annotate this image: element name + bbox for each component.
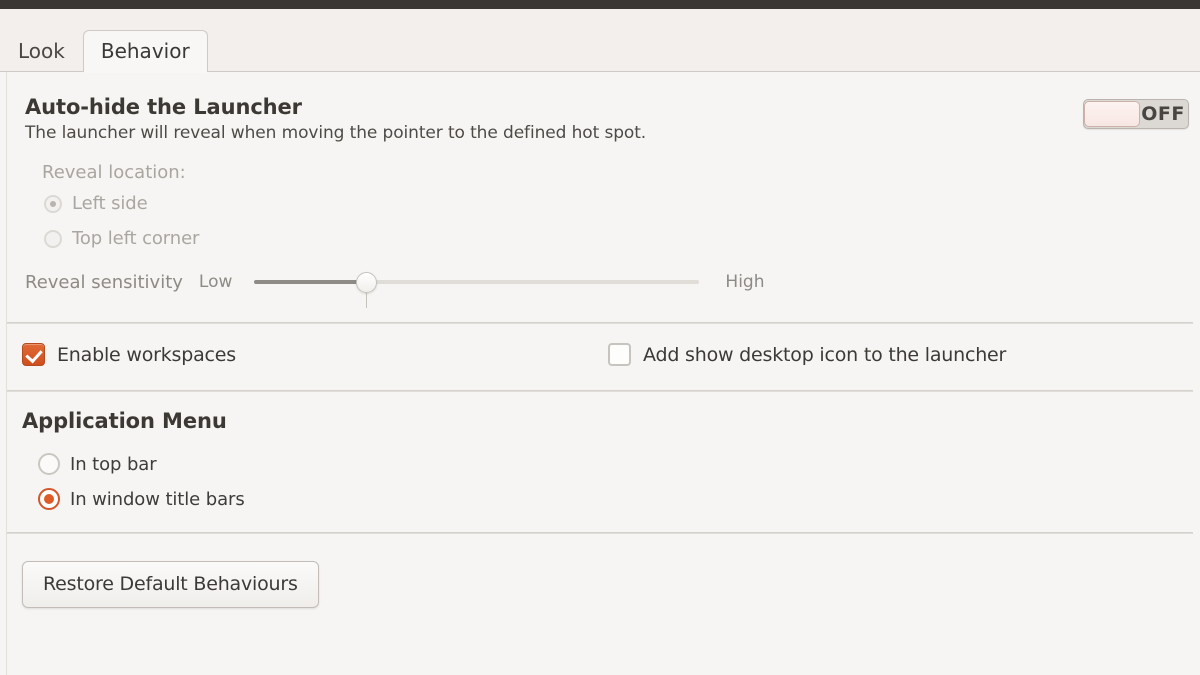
toggle-state-label: OFF: [1141, 103, 1185, 125]
checkbox-add-show-desktop-icon[interactable]: Add show desktop icon to the launcher: [608, 343, 1006, 366]
tab-strip: Look Behavior: [0, 9, 1200, 73]
slider-fill: [254, 280, 367, 284]
sensitivity-high-label: High: [725, 272, 765, 292]
window-titlebar: [0, 0, 1200, 9]
radio-reveal-left-side-label: Left side: [72, 193, 148, 214]
toggle-knob: [1084, 101, 1140, 127]
section-divider: [7, 532, 1193, 534]
reveal-location-label: Reveal location:: [42, 162, 186, 183]
checkbox-enable-workspaces[interactable]: Enable workspaces: [22, 343, 236, 366]
application-menu-title: Application Menu: [22, 409, 227, 433]
checkbox-section: Enable workspaces Add show desktop icon …: [0, 323, 1200, 390]
radio-button-icon: [38, 453, 60, 475]
tab-behavior[interactable]: Behavior: [82, 30, 208, 73]
radio-in-top-bar-label: In top bar: [70, 453, 157, 475]
restore-default-behaviours-label: Restore Default Behaviours: [43, 573, 298, 595]
application-menu-section: Application Menu In top bar In window ti…: [0, 391, 1200, 532]
page-title: Auto-hide the Launcher: [25, 95, 302, 119]
radio-in-window-title-bars-label: In window title bars: [70, 488, 245, 510]
reveal-sensitivity-row: Reveal sensitivity Low High: [25, 262, 785, 308]
checkbox-enable-workspaces-label: Enable workspaces: [57, 343, 236, 366]
slider-handle-tail: [366, 292, 368, 308]
reveal-sensitivity-slider[interactable]: [254, 271, 700, 308]
radio-reveal-top-left-corner[interactable]: Top left corner: [44, 228, 199, 249]
checkbox-icon: [22, 343, 45, 366]
slider-handle[interactable]: [356, 272, 378, 293]
reveal-sensitivity-label: Reveal sensitivity: [25, 271, 183, 293]
auto-hide-toggle[interactable]: OFF: [1083, 99, 1189, 129]
tab-list: Look Behavior: [0, 30, 208, 73]
tab-look-label: Look: [18, 39, 65, 63]
radio-reveal-left-side[interactable]: Left side: [44, 193, 148, 214]
restore-default-behaviours-button[interactable]: Restore Default Behaviours: [22, 561, 319, 608]
radio-button-icon: [44, 194, 62, 213]
settings-content: Auto-hide the Launcher The launcher will…: [0, 72, 1200, 675]
radio-button-icon: [38, 488, 60, 510]
sensitivity-low-label: Low: [198, 272, 233, 292]
unity-tweak-tool-window: Look Behavior Auto-hide the Launcher The…: [0, 0, 1200, 675]
radio-in-window-title-bars[interactable]: In window title bars: [38, 488, 245, 510]
tab-behavior-label: Behavior: [100, 39, 190, 63]
checkbox-icon: [608, 343, 631, 366]
tab-look[interactable]: Look: [0, 30, 83, 72]
radio-reveal-top-left-corner-label: Top left corner: [72, 228, 200, 249]
checkbox-add-show-desktop-icon-label: Add show desktop icon to the launcher: [643, 343, 1007, 366]
radio-in-top-bar[interactable]: In top bar: [38, 453, 157, 475]
radio-button-icon: [44, 229, 62, 248]
auto-hide-section: Auto-hide the Launcher The launcher will…: [0, 72, 1200, 322]
auto-hide-description: The launcher will reveal when moving the…: [25, 123, 647, 143]
